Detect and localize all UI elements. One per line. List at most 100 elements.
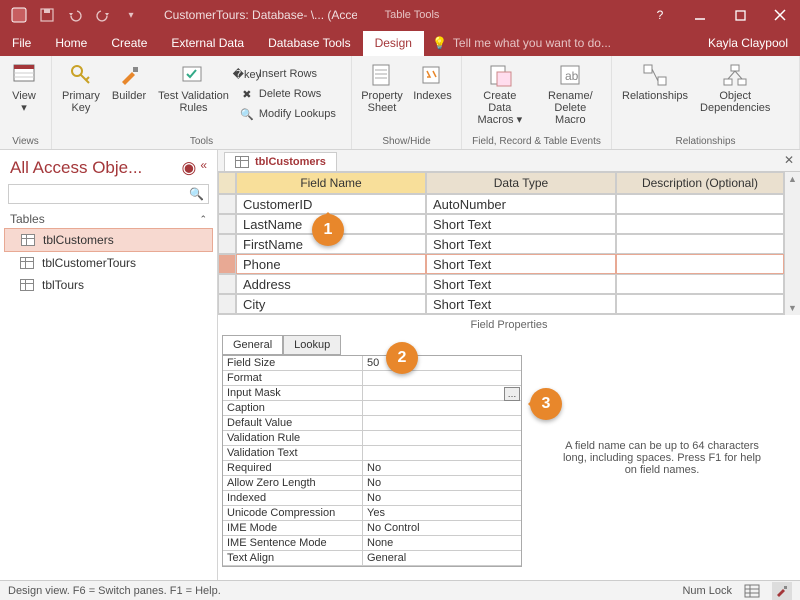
qat-customize-icon[interactable]: ▾ [118,2,144,28]
nav-item-tblcustomers[interactable]: tblCustomers [4,228,213,252]
property-row[interactable]: Validation Text [223,446,521,461]
doc-tab-tblcustomers[interactable]: tblCustomers [224,152,337,171]
property-value[interactable] [363,446,521,460]
property-row[interactable]: IME Sentence Mode None [223,536,521,551]
row-selector[interactable] [218,274,236,294]
tab-file[interactable]: File [0,31,43,56]
doc-tab-close-icon[interactable]: ✕ [784,153,794,167]
property-row[interactable]: Indexed No [223,491,521,506]
help-icon[interactable]: ? [640,0,680,30]
undo-icon[interactable] [62,2,88,28]
datasheet-view-icon[interactable] [744,584,760,598]
col-header-data-type[interactable]: Data Type [426,172,616,194]
property-row[interactable]: Default Value [223,416,521,431]
nav-item-tbltours[interactable]: tblTours [0,274,217,296]
property-value[interactable]: … [363,386,521,400]
tab-database-tools[interactable]: Database Tools [256,31,363,56]
property-row[interactable]: Required No [223,461,521,476]
col-header-field-name[interactable]: Field Name [236,172,426,194]
prop-tab-lookup[interactable]: Lookup [283,335,341,355]
view-button[interactable]: View▾ [4,58,44,116]
field-row[interactable]: CustomerID AutoNumber [218,194,784,214]
rename-delete-macro-button[interactable]: ab Rename/ Delete Macro [534,58,607,128]
row-selector[interactable] [218,214,236,234]
relationships-button[interactable]: Relationships [616,58,694,104]
description-cell[interactable] [616,254,784,274]
property-row[interactable]: Allow Zero Length No [223,476,521,491]
field-row[interactable]: LastName Short Text [218,214,784,234]
data-type-cell[interactable]: Short Text [426,234,616,254]
property-row[interactable]: Validation Rule [223,431,521,446]
description-cell[interactable] [616,294,784,314]
scroll-down-icon[interactable]: ▼ [788,303,797,313]
property-value[interactable] [363,416,521,430]
tab-external-data[interactable]: External Data [159,31,256,56]
description-cell[interactable] [616,194,784,214]
property-value[interactable]: None [363,536,521,550]
col-header-description[interactable]: Description (Optional) [616,172,784,194]
design-view-icon[interactable] [772,582,792,600]
row-selector[interactable] [218,294,236,314]
field-row[interactable]: City Short Text [218,294,784,314]
field-name-cell[interactable]: Address [236,274,426,294]
property-row[interactable]: Caption [223,401,521,416]
property-row[interactable]: IME Mode No Control [223,521,521,536]
nav-group-tables[interactable]: Tables⌃ [0,210,217,228]
property-sheet-button[interactable]: Property Sheet [356,58,408,116]
create-data-macros-button[interactable]: Create Data Macros ▾ [466,58,534,128]
nav-title[interactable]: All Access Obje... [10,158,142,178]
input-mask-builder-button[interactable]: … [504,387,520,401]
row-selector[interactable] [218,234,236,254]
property-row[interactable]: Format [223,371,521,386]
tab-home[interactable]: Home [43,31,99,56]
tab-design[interactable]: Design [363,31,424,56]
property-value[interactable] [363,371,521,385]
property-row[interactable]: Unicode Compression Yes [223,506,521,521]
property-value[interactable]: No [363,461,521,475]
user-name[interactable]: Kayla Claypool [696,36,800,56]
data-type-cell[interactable]: AutoNumber [426,194,616,214]
property-value[interactable]: General [363,551,521,565]
maximize-button[interactable] [720,0,760,30]
field-row[interactable]: Address Short Text [218,274,784,294]
data-type-cell[interactable]: Short Text [426,254,616,274]
nav-item-tblcustomertours[interactable]: tblCustomerTours [0,252,217,274]
description-cell[interactable] [616,214,784,234]
property-value[interactable] [363,401,521,415]
property-row[interactable]: Input Mask … [223,386,521,401]
indexes-button[interactable]: Indexes [408,58,457,104]
insert-rows-button[interactable]: �keyInsert Rows [235,64,340,84]
delete-rows-button[interactable]: ✖Delete Rows [235,84,340,104]
property-value[interactable]: Yes [363,506,521,520]
property-value[interactable]: No [363,491,521,505]
redo-icon[interactable] [90,2,116,28]
property-row[interactable]: Text Align General [223,551,521,566]
data-type-cell[interactable]: Short Text [426,274,616,294]
field-name-cell[interactable]: Phone [236,254,426,274]
property-value[interactable]: No Control [363,521,521,535]
data-type-cell[interactable]: Short Text [426,214,616,234]
nav-dropdown-icon[interactable]: ◉ [181,158,196,178]
modify-lookups-button[interactable]: 🔍Modify Lookups [235,104,340,124]
field-row[interactable]: Phone Short Text [218,254,784,274]
prop-tab-general[interactable]: General [222,335,283,355]
nav-search-input[interactable]: 🔍 [8,184,209,204]
object-dependencies-button[interactable]: Object Dependencies [694,58,776,116]
test-validation-button[interactable]: Test Validation Rules [152,58,235,116]
field-row[interactable]: FirstName Short Text [218,234,784,254]
vertical-scrollbar[interactable]: ▲▼ [784,172,800,315]
scroll-up-icon[interactable]: ▲ [788,174,797,184]
nav-collapse-icon[interactable]: « [200,158,207,178]
tell-me-search[interactable]: 💡Tell me what you want to do... [424,36,619,56]
property-value[interactable]: No [363,476,521,490]
close-button[interactable] [760,0,800,30]
builder-button[interactable]: Builder [106,58,152,104]
save-icon[interactable] [34,2,60,28]
data-type-cell[interactable]: Short Text [426,294,616,314]
primary-key-button[interactable]: Primary Key [56,58,106,116]
minimize-button[interactable] [680,0,720,30]
description-cell[interactable] [616,234,784,254]
field-name-cell[interactable]: City [236,294,426,314]
row-selector[interactable] [218,194,236,214]
property-row[interactable]: Field Size 50 [223,356,521,371]
